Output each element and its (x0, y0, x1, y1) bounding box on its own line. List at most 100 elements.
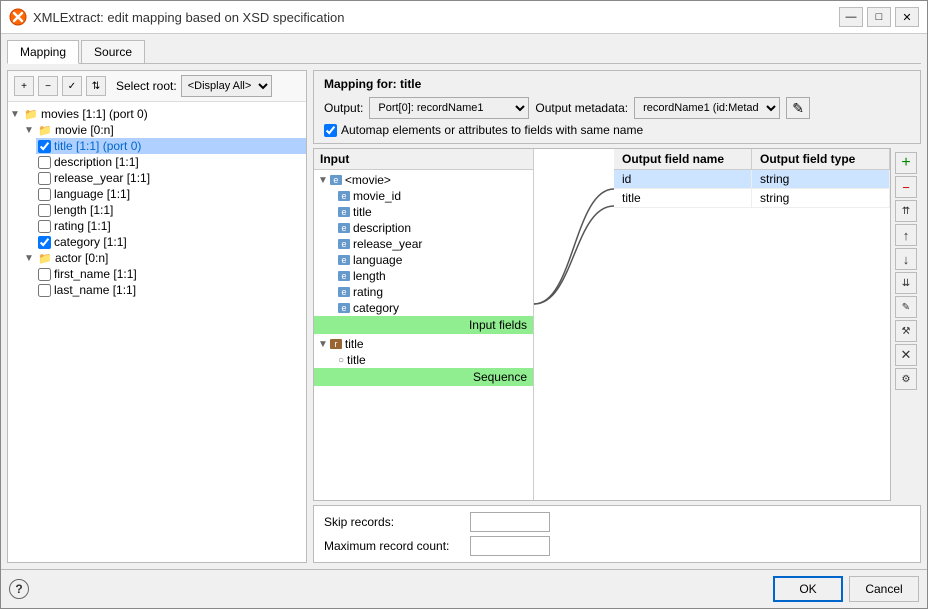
node-label-release-year: release_year [1:1] (54, 171, 150, 185)
e-badge-description: e (338, 223, 350, 233)
checkbox-description[interactable] (38, 156, 51, 169)
e-badge-movie-id: e (338, 191, 350, 201)
tree-node-category[interactable]: category [1:1] (36, 234, 306, 250)
footer-inputs: Skip records: Maximum record count: (313, 505, 921, 563)
tools-button[interactable]: ⚒ (895, 320, 917, 342)
tab-mapping[interactable]: Mapping (7, 40, 79, 64)
input-node-title-record[interactable]: ▼ r title (314, 336, 533, 352)
window-title: XMLExtract: edit mapping based on XSD sp… (33, 10, 344, 25)
move-up-button[interactable]: ↑ (895, 224, 917, 246)
expand-all-button[interactable]: + (14, 76, 34, 96)
input-tree[interactable]: ▼ e <movie> e movie_id e (314, 170, 533, 500)
input-node-title[interactable]: e title (334, 204, 533, 220)
input-node-movie[interactable]: ▼ e <movie> (314, 172, 533, 188)
tree-node-actor[interactable]: ▼ 📁 actor [0:n] (22, 250, 306, 266)
max-record-label: Maximum record count: (324, 539, 464, 553)
title-bar-left: XMLExtract: edit mapping based on XSD sp… (9, 8, 344, 26)
input-label-rating: rating (353, 285, 383, 299)
input-node-language[interactable]: e language (334, 252, 533, 268)
move-down-button[interactable]: ↓ (895, 248, 917, 270)
bottom-buttons: OK Cancel (773, 576, 919, 602)
checkbox-language[interactable] (38, 188, 51, 201)
edit-button[interactable]: ✎ (895, 296, 917, 318)
checkbox-length[interactable] (38, 204, 51, 217)
skip-records-input[interactable] (470, 512, 550, 532)
e-badge-release-year: e (338, 239, 350, 249)
e-badge-category: e (338, 303, 350, 313)
input-node-category[interactable]: e category (334, 300, 533, 316)
close-button[interactable]: ✕ (895, 7, 919, 27)
skip-records-row: Skip records: (324, 512, 910, 532)
select-root-dropdown[interactable]: <Display All> (181, 75, 272, 97)
input-label-language: language (353, 253, 402, 267)
output-row-title[interactable]: title string (614, 189, 890, 208)
max-record-row: Maximum record count: (324, 536, 910, 556)
checkbox-first-name[interactable] (38, 268, 51, 281)
input-fields-bar: Input fields (314, 316, 533, 334)
node-label-length: length [1:1] (54, 203, 113, 217)
tree-node-movie[interactable]: ▼ 📁 movie [0:n] (22, 122, 306, 138)
tree-node-length[interactable]: length [1:1] (36, 202, 306, 218)
node-label-description: description [1:1] (54, 155, 139, 169)
input-node-movie-id[interactable]: e movie_id (334, 188, 533, 204)
input-column: Input ▼ e <movie> e (314, 149, 534, 500)
delete-button[interactable]: ✕ (895, 344, 917, 366)
output-columns: Output field name Output field type id s… (614, 149, 890, 500)
metadata-dropdown[interactable]: recordName1 (id:Metad (634, 97, 780, 119)
node-label-title: title [1:1] (port 0) (54, 139, 141, 153)
help-button[interactable]: ? (9, 579, 29, 599)
input-node-title-field[interactable]: ○ title (334, 352, 533, 368)
checkbox-last-name[interactable] (38, 284, 51, 297)
collapse-all-button[interactable]: − (38, 76, 58, 96)
input-node-length[interactable]: e length (334, 268, 533, 284)
input-label-movie-id: movie_id (353, 189, 401, 203)
maximize-button[interactable]: □ (867, 7, 891, 27)
move-top-button[interactable]: ⇈ (895, 200, 917, 222)
minimize-button[interactable]: — (839, 7, 863, 27)
max-record-input[interactable] (470, 536, 550, 556)
checkbox-release-year[interactable] (38, 172, 51, 185)
mapping-area: Input ▼ e <movie> e (313, 148, 891, 501)
sort-button[interactable]: ⇅ (86, 76, 106, 96)
left-panel: + − ✓ ⇅ Select root: <Display All> ▼ 📁 m… (7, 70, 307, 563)
output-metadata-label: Output metadata: (535, 101, 628, 115)
tree-node-language[interactable]: language [1:1] (36, 186, 306, 202)
automap-checkbox[interactable] (324, 124, 337, 137)
check-all-button[interactable]: ✓ (62, 76, 82, 96)
folder-movie-icon: 📁 (38, 123, 52, 137)
checkbox-category[interactable] (38, 236, 51, 249)
node-label-language: language [1:1] (54, 187, 130, 201)
sequence-bar: Sequence (314, 368, 533, 386)
tree-node-last-name[interactable]: last_name [1:1] (36, 282, 306, 298)
node-label-actor: actor [0:n] (55, 251, 108, 265)
add-button[interactable]: + (895, 152, 917, 174)
e-badge-rating: e (338, 287, 350, 297)
tab-source[interactable]: Source (81, 40, 145, 63)
output-dropdown[interactable]: Port[0]: recordName1 (369, 97, 529, 119)
tree-node-rating[interactable]: rating [1:1] (36, 218, 306, 234)
settings-button[interactable]: ⚙ (895, 368, 917, 390)
tree-node-movies[interactable]: ▼ 📁 movies [1:1] (port 0) (8, 106, 306, 122)
tree-node-first-name[interactable]: first_name [1:1] (36, 266, 306, 282)
checkbox-title[interactable] (38, 140, 51, 153)
cancel-button[interactable]: Cancel (849, 576, 919, 602)
output-row-id[interactable]: id string (614, 170, 890, 189)
bottom-bar: ? OK Cancel (1, 569, 927, 608)
content-area: + − ✓ ⇅ Select root: <Display All> ▼ 📁 m… (7, 70, 921, 563)
tab-bar: Mapping Source (7, 40, 921, 64)
checkbox-rating[interactable] (38, 220, 51, 233)
input-node-description[interactable]: e description (334, 220, 533, 236)
tree-area[interactable]: ▼ 📁 movies [1:1] (port 0) ▼ 📁 movie [0:n… (8, 102, 306, 562)
input-node-rating[interactable]: e rating (334, 284, 533, 300)
move-bottom-button[interactable]: ⇊ (895, 272, 917, 294)
ok-button[interactable]: OK (773, 576, 843, 602)
tree-node-description[interactable]: description [1:1] (36, 154, 306, 170)
tree-node-release-year[interactable]: release_year [1:1] (36, 170, 306, 186)
tree-toolbar: + − ✓ ⇅ Select root: <Display All> (8, 71, 306, 102)
input-node-release-year[interactable]: e release_year (334, 236, 533, 252)
remove-button[interactable]: − (895, 176, 917, 198)
tree-node-title[interactable]: title [1:1] (port 0) (36, 138, 306, 154)
edit-metadata-button[interactable]: ✎ (786, 97, 810, 119)
title-bar: XMLExtract: edit mapping based on XSD sp… (1, 1, 927, 34)
e-badge-language: e (338, 255, 350, 265)
